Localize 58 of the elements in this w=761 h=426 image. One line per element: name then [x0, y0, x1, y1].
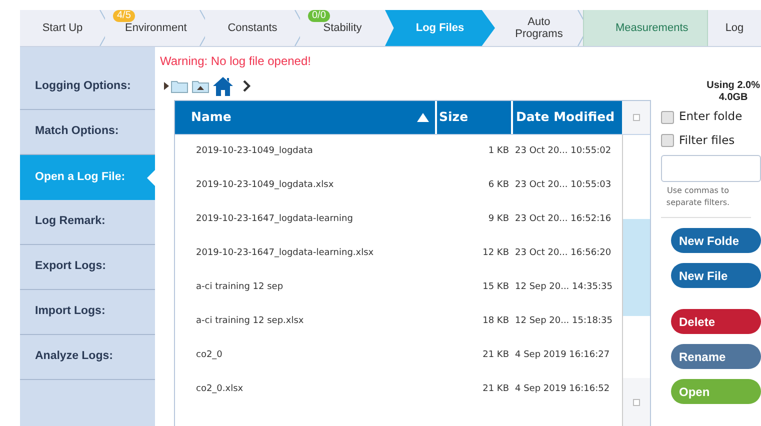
scroll-thumb[interactable]	[623, 219, 650, 316]
table-cell-text: co2_0	[195, 349, 224, 362]
column-header[interactable]: Name	[175, 101, 437, 134]
table-cell-text: 23 Oct 20... 16:56:20	[514, 247, 612, 260]
table-cell-text: 12 Sep 20... 14:35:35	[514, 281, 614, 294]
sidebar-item[interactable]: Import Logs:	[20, 290, 155, 335]
nav-tab[interactable]: Measurements	[583, 10, 708, 46]
table-cell-text: 12 KB	[482, 247, 509, 260]
storage-usage-text: Using 2.0%	[706, 80, 760, 92]
table-cell-text: 18 KB	[482, 315, 509, 328]
table-cell-text: 23 Oct 20... 16:52:16	[514, 213, 612, 226]
storage-size-text: 4.0GB	[718, 92, 749, 104]
pointer-icon	[147, 170, 155, 186]
table-cell-text: 15 KB	[482, 281, 509, 294]
table-cell-text: 6 KB	[487, 179, 509, 192]
folder-up-icon[interactable]	[192, 80, 209, 92]
action-button[interactable]: New Folde	[671, 228, 761, 254]
table-cell-text: 21 KB	[482, 383, 509, 396]
table-cell-text: a-ci training 12 sep	[195, 281, 284, 294]
table-cell-text: 23 Oct 20... 10:55:03	[514, 179, 612, 192]
sidebar-item[interactable]: Analyze Logs:	[20, 335, 155, 380]
table-cell-text: 9 KB	[487, 213, 509, 226]
table-cell-text: 2019-10-23-1049_logdata.xlsx	[195, 179, 335, 192]
sort-ascending-icon[interactable]	[417, 113, 429, 122]
sidebar-item[interactable]: Log Remark:	[20, 200, 155, 245]
table-cell-text: 12 Sep 20... 15:18:35	[514, 315, 614, 328]
count-badge: 0/0	[308, 10, 330, 22]
scroll-button[interactable]	[632, 114, 640, 121]
action-button[interactable]: Delete	[671, 309, 761, 334]
table-cell-text: a-ci training 12 sep.xlsx	[195, 315, 305, 328]
action-button[interactable]: Rename	[671, 344, 761, 370]
scrollbar[interactable]	[622, 135, 650, 426]
filter-hint: Use commas to separate filters.	[665, 185, 731, 210]
table-cell-text: 1 KB	[487, 145, 509, 158]
column-header[interactable]: Date Modified	[513, 101, 622, 134]
scroll-button[interactable]	[633, 398, 640, 406]
count-badge: 4/5	[113, 10, 135, 22]
table-cell-text: 2019-10-23-1049_logdata	[195, 145, 314, 158]
checkbox[interactable]	[661, 134, 674, 148]
action-button[interactable]: New File	[671, 263, 761, 288]
table-cell-text: 2019-10-23-1647_logdata-learning	[195, 213, 354, 226]
sidebar-item[interactable]: Logging Options:	[20, 65, 155, 110]
table-cell-text: 4 Sep 2019 16:16:27	[514, 349, 611, 362]
column-header[interactable]: Size	[437, 101, 513, 134]
chevron-right-icon[interactable]	[243, 80, 251, 92]
warning-text: Warning: No log file opened!	[160, 53, 312, 70]
filter-field[interactable]	[661, 155, 761, 182]
table-cell-text: 23 Oct 20... 10:55:02	[514, 145, 612, 158]
table-cell-text: 4 Sep 2019 16:16:52	[514, 383, 611, 396]
home-icon[interactable]	[213, 76, 233, 96]
table-cell-text: 2019-10-23-1647_logdata-learning.xlsx	[195, 247, 375, 260]
checkbox-label: Enter folde	[679, 110, 742, 124]
checkbox-label: Filter files	[679, 132, 735, 149]
sidebar-item[interactable]: Export Logs:	[20, 245, 155, 290]
table-cell-text: co2_0.xlsx	[195, 383, 244, 396]
checkbox[interactable]	[661, 110, 674, 124]
table-cell-text: 21 KB	[482, 349, 509, 362]
expand-icon[interactable]	[164, 82, 169, 90]
